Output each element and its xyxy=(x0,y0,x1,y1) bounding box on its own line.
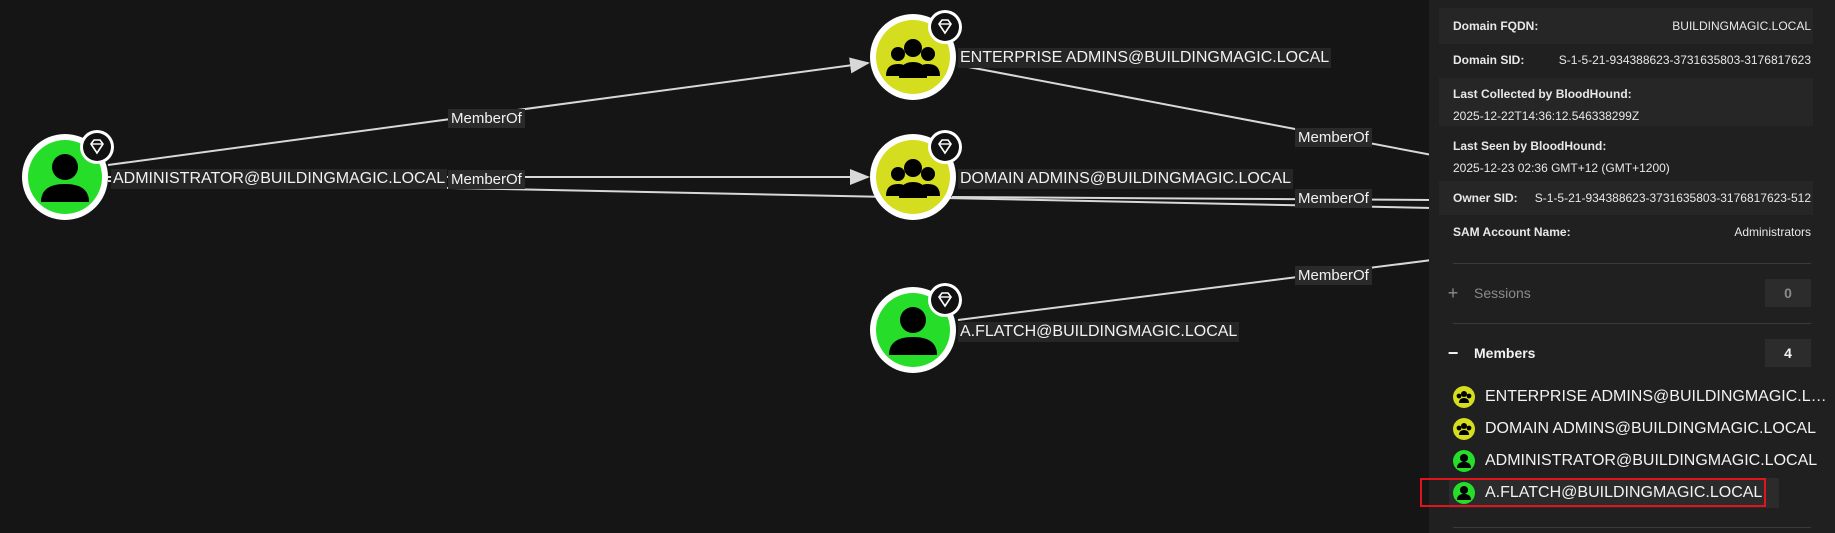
sessions-label: Sessions xyxy=(1474,285,1531,301)
member-label: ADMINISTRATOR@BUILDINGMAGIC.LOCAL xyxy=(1485,452,1818,469)
prop-key: Owner SID: xyxy=(1453,191,1518,205)
prop-value: 2025-12-22T14:36:12.546338299Z xyxy=(1453,109,1640,123)
node-label: ENTERPRISE ADMINS@BUILDINGMAGIC.LOCAL xyxy=(958,48,1332,68)
prop-last-seen: Last Seen by BloodHound: 2025-12-23 02:3… xyxy=(1453,139,1811,175)
collapse-icon: − xyxy=(1447,342,1459,363)
expand-icon: + xyxy=(1447,282,1459,303)
member-label: ENTERPRISE ADMINS@BUILDINGMAGIC.L… xyxy=(1485,388,1827,405)
prop-value: S-1-5-21-934388623-3731635803-3176817623 xyxy=(1558,53,1811,67)
node-label: A.FLATCH@BUILDINGMAGIC.LOCAL xyxy=(958,322,1240,342)
sessions-section-header[interactable]: + Sessions 0 xyxy=(1444,278,1811,308)
divider xyxy=(1453,263,1811,264)
members-count-badge: 4 xyxy=(1765,339,1811,367)
user-icon xyxy=(1453,450,1475,472)
group-icon xyxy=(1453,386,1475,408)
divider xyxy=(1453,323,1811,324)
group-icon xyxy=(1453,418,1475,440)
prop-key: Domain FQDN: xyxy=(1453,19,1539,33)
prop-key: SAM Account Name: xyxy=(1453,225,1571,239)
prop-value: BUILDINGMAGIC.LOCAL xyxy=(1672,19,1811,33)
edge-label: MemberOf xyxy=(1295,189,1372,208)
node-enterprise-admins[interactable] xyxy=(870,10,962,100)
prop-key: Last Collected by BloodHound: xyxy=(1453,87,1632,101)
tier-zero-gem-icon xyxy=(928,10,962,44)
prop-value: Administrators xyxy=(1734,225,1811,239)
edge-label: MemberOf xyxy=(448,109,525,128)
member-item-enterprise-admins[interactable]: ENTERPRISE ADMINS@BUILDINGMAGIC.L… xyxy=(1453,382,1827,412)
prop-key: Last Seen by BloodHound: xyxy=(1453,139,1607,153)
prop-value: S-1-5-21-934388623-3731635803-3176817623… xyxy=(1534,191,1811,205)
tier-zero-gem-icon xyxy=(928,283,962,317)
prop-last-collected: Last Collected by BloodHound: 2025-12-22… xyxy=(1453,87,1811,123)
prop-sam-account-name: SAM Account Name: Administrators xyxy=(1453,225,1811,239)
divider xyxy=(1453,527,1811,528)
members-label: Members xyxy=(1474,345,1536,361)
node-aflatch[interactable] xyxy=(870,283,962,373)
prop-value: 2025-12-23 02:36 GMT+12 (GMT+1200) xyxy=(1453,161,1670,175)
node-label: ADMINISTRATOR@BUILDINGMAGIC.LOCAL xyxy=(111,169,448,189)
node-administrator[interactable] xyxy=(22,130,114,220)
entity-info-panel: Domain FQDN: BUILDINGMAGIC.LOCAL Domain … xyxy=(1429,0,1835,533)
tier-zero-gem-icon xyxy=(80,130,114,164)
selection-highlight-box xyxy=(1420,478,1766,507)
member-label: DOMAIN ADMINS@BUILDINGMAGIC.LOCAL xyxy=(1485,420,1816,437)
prop-owner-sid: Owner SID: S-1-5-21-934388623-3731635803… xyxy=(1453,191,1811,205)
edge-label: MemberOf xyxy=(1295,266,1372,285)
edge-label: MemberOf xyxy=(448,170,525,189)
node-label: DOMAIN ADMINS@BUILDINGMAGIC.LOCAL xyxy=(958,169,1293,189)
member-item-domain-admins[interactable]: DOMAIN ADMINS@BUILDINGMAGIC.LOCAL xyxy=(1453,414,1816,444)
node-domain-admins[interactable] xyxy=(870,130,962,220)
prop-domain-fqdn: Domain FQDN: BUILDINGMAGIC.LOCAL xyxy=(1453,19,1811,33)
prop-key: Domain SID: xyxy=(1453,53,1525,67)
prop-domain-sid: Domain SID: S-1-5-21-934388623-373163580… xyxy=(1453,53,1811,67)
members-section-header[interactable]: − Members 4 xyxy=(1444,338,1811,368)
member-item-administrator[interactable]: ADMINISTRATOR@BUILDINGMAGIC.LOCAL xyxy=(1453,446,1817,476)
edge-label: MemberOf xyxy=(1295,128,1372,147)
sessions-count-badge: 0 xyxy=(1765,279,1811,307)
tier-zero-gem-icon xyxy=(928,130,962,164)
